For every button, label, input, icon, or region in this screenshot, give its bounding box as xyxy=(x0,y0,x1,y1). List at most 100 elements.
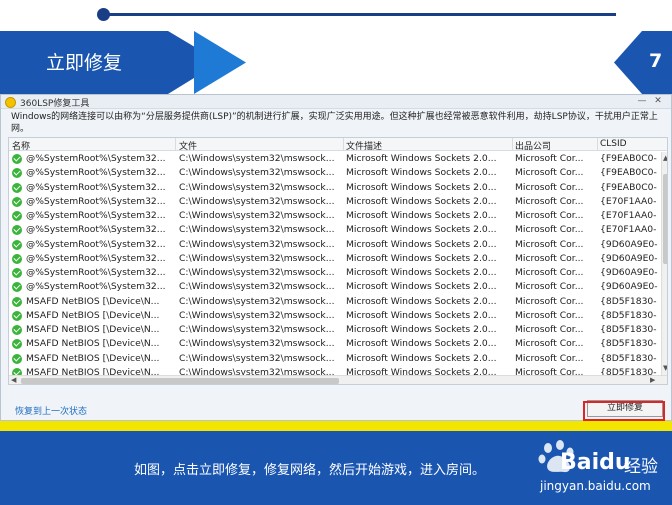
green-check-icon xyxy=(12,296,22,307)
table-row[interactable]: @%SystemRoot%\System32... C:\Windows\syst… xyxy=(9,181,661,195)
table-row[interactable]: @%SystemRoot%\System32... C:\Windows\syst… xyxy=(9,209,661,223)
cell-description: Microsoft Windows Sockets 2.0... xyxy=(346,252,497,264)
window-title: 360LSP修复工具 xyxy=(20,99,90,109)
title-arrow-icon xyxy=(194,31,246,94)
cell-clsid: {E70F1AA0- xyxy=(600,224,657,236)
cell-name: @%SystemRoot%\System32... xyxy=(26,267,166,278)
cell-name: MSAFD NetBIOS [\Device\N... xyxy=(26,338,160,350)
cell-description: Microsoft Windows Sockets 2.0... xyxy=(346,324,497,335)
cell-clsid: {8D5F1830- xyxy=(600,352,657,364)
cell-clsid: {9D60A9E0- xyxy=(600,252,658,264)
table-row[interactable]: @%SystemRoot%\System32... C:\Windows\syst… xyxy=(9,152,661,166)
scroll-left-icon[interactable]: ◀ xyxy=(11,376,16,384)
column-header-file[interactable]: 文件 xyxy=(179,139,197,152)
green-check-icon xyxy=(12,154,22,164)
table-row[interactable]: MSAFD NetBIOS [\Device\N... C:\Windows\sy… xyxy=(9,295,661,309)
column-header-name[interactable]: 名称 xyxy=(12,139,30,152)
table-row[interactable]: @%SystemRoot%\System32... C:\Windows\syst… xyxy=(9,266,661,280)
fix-button-highlight xyxy=(583,401,665,421)
column-header-clsid[interactable]: CLSID xyxy=(600,139,627,149)
green-check-icon xyxy=(12,211,22,221)
cell-description: Microsoft Windows Sockets 2.0... xyxy=(346,167,497,179)
close-button[interactable]: ✕ xyxy=(651,95,665,108)
cell-file: C:\Windows\system32\mswsock... xyxy=(179,352,335,364)
watermark-suffix: 经验 xyxy=(624,457,658,477)
cell-clsid: {9D60A9E0- xyxy=(600,238,658,250)
watermark-brand: Baidu xyxy=(560,450,631,475)
green-check-icon xyxy=(12,168,22,179)
cell-clsid: {E70F1AA0- xyxy=(600,210,657,221)
table-row[interactable]: @%SystemRoot%\System32... C:\Windows\syst… xyxy=(9,195,661,209)
scroll-down-icon[interactable]: ▼ xyxy=(663,364,667,373)
minimize-button[interactable]: — xyxy=(635,95,649,108)
cell-clsid: {8D5F1830- xyxy=(600,324,657,335)
column-header-description[interactable]: 文件描述 xyxy=(346,139,382,152)
window-titlebar: 360LSP修复工具 — ✕ xyxy=(1,95,671,109)
cell-description: Microsoft Windows Sockets 2.0... xyxy=(346,224,497,236)
column-divider[interactable] xyxy=(597,138,598,151)
table-body: @%SystemRoot%\System32... C:\Windows\syst… xyxy=(9,152,661,380)
table-row[interactable]: MSAFD NetBIOS [\Device\N... C:\Windows\sy… xyxy=(9,323,661,337)
horizontal-scrollbar[interactable]: ◀ ▶ xyxy=(9,375,667,384)
table-row[interactable]: @%SystemRoot%\System32... C:\Windows\syst… xyxy=(9,238,661,252)
cell-file: C:\Windows\system32\mswsock... xyxy=(179,324,335,335)
table-header: 名称 文件 文件描述 出品公司 CLSID xyxy=(9,138,667,152)
lsp-table: 名称 文件 文件描述 出品公司 CLSID @%SystemRoot%\Syst… xyxy=(8,137,668,385)
cell-clsid: {F9EAB0C0- xyxy=(600,181,657,193)
column-divider[interactable] xyxy=(343,138,344,151)
cell-description: Microsoft Windows Sockets 2.0... xyxy=(346,309,497,321)
scroll-right-icon[interactable]: ▶ xyxy=(650,376,655,384)
cell-description: Microsoft Windows Sockets 2.0... xyxy=(346,181,497,193)
cell-description: Microsoft Windows Sockets 2.0... xyxy=(346,267,497,278)
cell-company: Microsoft Cor... xyxy=(515,309,584,321)
cell-clsid: {9D60A9E0- xyxy=(600,267,658,278)
table-row[interactable]: MSAFD NetBIOS [\Device\N... C:\Windows\sy… xyxy=(9,352,661,366)
table-row[interactable]: @%SystemRoot%\System32... C:\Windows\syst… xyxy=(9,223,661,237)
cell-clsid: {8D5F1830- xyxy=(600,309,657,321)
green-check-icon xyxy=(12,282,22,293)
watermark-url: jingyan.baidu.com xyxy=(540,479,651,493)
cell-name: @%SystemRoot%\System32... xyxy=(26,181,166,193)
table-row[interactable]: @%SystemRoot%\System32... C:\Windows\syst… xyxy=(9,252,661,266)
cell-company: Microsoft Cor... xyxy=(515,153,584,164)
table-row[interactable]: @%SystemRoot%\System32... C:\Windows\syst… xyxy=(9,166,661,180)
cell-name: @%SystemRoot%\System32... xyxy=(26,252,166,264)
cell-file: C:\Windows\system32\mswsock... xyxy=(179,167,335,179)
green-check-icon xyxy=(12,225,22,236)
restore-previous-link[interactable]: 恢复到上一次状态 xyxy=(15,404,87,417)
table-row[interactable]: MSAFD NetBIOS [\Device\N... C:\Windows\sy… xyxy=(9,309,661,323)
cell-clsid: {F9EAB0C0- xyxy=(600,153,657,164)
cell-name: @%SystemRoot%\System32... xyxy=(26,281,166,293)
table-row[interactable]: @%SystemRoot%\System32... C:\Windows\syst… xyxy=(9,280,661,294)
column-divider[interactable] xyxy=(175,138,176,151)
column-header-company[interactable]: 出品公司 xyxy=(515,139,551,152)
cell-clsid: {8D5F1830- xyxy=(600,338,657,350)
slide-caption: 如图，点击立即修复，修复网络，然后开始游戏，进入房间。 xyxy=(134,463,486,478)
cell-description: Microsoft Windows Sockets 2.0... xyxy=(346,195,497,207)
table-row[interactable]: MSAFD NetBIOS [\Device\N... C:\Windows\sy… xyxy=(9,337,661,351)
cell-file: C:\Windows\system32\mswsock... xyxy=(179,295,335,307)
green-check-icon xyxy=(12,196,22,207)
cell-description: Microsoft Windows Sockets 2.0... xyxy=(346,281,497,293)
cell-company: Microsoft Cor... xyxy=(515,295,584,307)
vertical-scroll-thumb[interactable] xyxy=(663,174,667,264)
cell-file: C:\Windows\system32\mswsock... xyxy=(179,309,335,321)
cell-file: C:\Windows\system32\mswsock... xyxy=(179,224,335,236)
cell-company: Microsoft Cor... xyxy=(515,210,584,221)
green-check-icon xyxy=(12,239,22,250)
green-check-icon xyxy=(12,310,22,321)
cell-name: MSAFD NetBIOS [\Device\N... xyxy=(26,295,160,307)
cell-description: Microsoft Windows Sockets 2.0... xyxy=(346,238,497,250)
cell-name: @%SystemRoot%\System32... xyxy=(26,224,166,236)
scroll-up-icon[interactable]: ▲ xyxy=(663,154,667,163)
360-logo-icon xyxy=(5,97,16,108)
cell-company: Microsoft Cor... xyxy=(515,195,584,207)
column-divider[interactable] xyxy=(512,138,513,151)
horizontal-scroll-thumb[interactable] xyxy=(21,378,339,384)
cell-company: Microsoft Cor... xyxy=(515,352,584,364)
cell-company: Microsoft Cor... xyxy=(515,324,584,335)
cell-company: Microsoft Cor... xyxy=(515,167,584,179)
cell-company: Microsoft Cor... xyxy=(515,224,584,236)
vertical-scrollbar[interactable]: ▲ ▼ xyxy=(661,152,667,375)
cell-clsid: {8D5F1830- xyxy=(600,295,657,307)
